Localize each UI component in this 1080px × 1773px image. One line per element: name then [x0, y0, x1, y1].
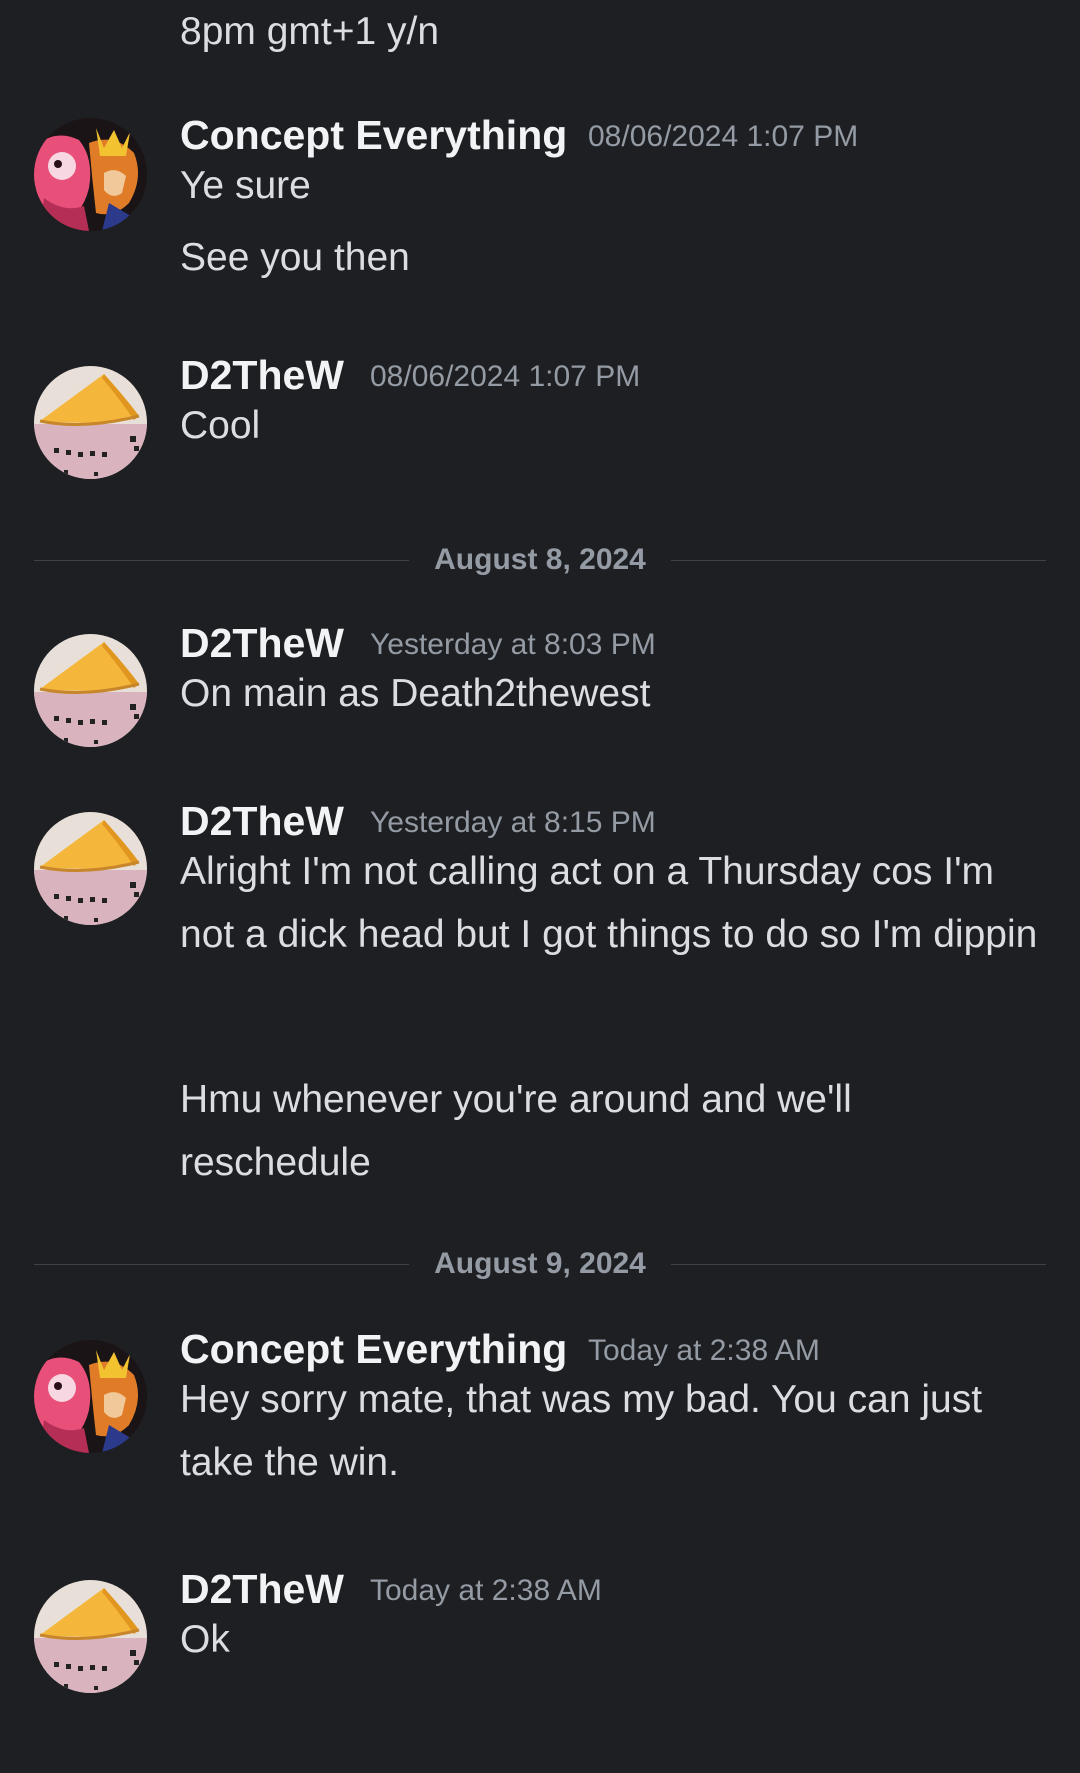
pizza-slice-avatar-icon: [34, 366, 147, 479]
avatar[interactable]: [34, 1340, 147, 1453]
message-text: Ok: [180, 1618, 230, 1661]
username[interactable]: D2TheW: [180, 350, 344, 400]
anime-collage-avatar-icon: [34, 118, 147, 231]
username[interactable]: D2TheW: [180, 618, 344, 668]
message-group: Concept Everything Today at 2:38 AM Hey …: [0, 1326, 1080, 1526]
message-group: D2TheW Today at 2:38 AM Ok: [0, 1566, 1080, 1706]
message-text: Ye sure: [180, 164, 311, 207]
pizza-slice-avatar-icon: [34, 812, 147, 925]
date-divider: August 8, 2024: [34, 540, 1046, 580]
message-text: Hmu whenever you're around and we'll res…: [180, 1078, 852, 1184]
date-divider: August 9, 2024: [34, 1244, 1046, 1284]
message-group: D2TheW Yesterday at 8:15 PM Alright I'm …: [0, 798, 1080, 1198]
divider-line: [671, 1264, 1046, 1265]
username[interactable]: D2TheW: [180, 796, 344, 846]
anime-collage-avatar-icon: [34, 1340, 147, 1453]
message-group: D2TheW Yesterday at 8:03 PM On main as D…: [0, 620, 1080, 760]
message-group: D2TheW 08/06/2024 1:07 PM Cool: [0, 352, 1080, 492]
avatar[interactable]: [34, 1580, 147, 1693]
username[interactable]: Concept Everything: [180, 110, 567, 160]
avatar[interactable]: [34, 634, 147, 747]
avatar[interactable]: [34, 118, 147, 231]
message-text: 8pm gmt+1 y/n: [180, 10, 440, 53]
username[interactable]: Concept Everything: [180, 1324, 567, 1374]
message-group: Concept Everything 08/06/2024 1:07 PM Ye…: [0, 110, 1080, 310]
timestamp: Today at 2:38 AM: [370, 1574, 602, 1607]
divider-line: [671, 560, 1046, 561]
pizza-slice-avatar-icon: [34, 634, 147, 747]
avatar[interactable]: [34, 812, 147, 925]
timestamp: 08/06/2024 1:07 PM: [370, 360, 641, 393]
avatar[interactable]: [34, 366, 147, 479]
message-text: Cool: [180, 404, 261, 447]
message-text: Hey sorry mate, that was my bad. You can…: [180, 1378, 983, 1484]
message-text: Alright I'm not calling act on a Thursda…: [180, 850, 1038, 956]
message-text: See you then: [180, 236, 410, 279]
username[interactable]: D2TheW: [180, 1564, 344, 1614]
pizza-slice-avatar-icon: [34, 1580, 147, 1693]
message-text: On main as Death2thewest: [180, 672, 651, 715]
timestamp: 08/06/2024 1:07 PM: [588, 120, 859, 153]
